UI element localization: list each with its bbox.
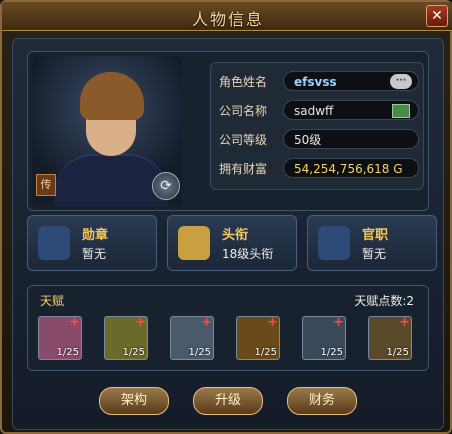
chat-icon[interactable]: ··· (390, 74, 412, 89)
company-name-field: sadwff (283, 100, 419, 120)
card-title: 勋章 (82, 228, 109, 243)
portrait-hair (80, 72, 144, 120)
talent-count: 1/25 (386, 347, 409, 358)
content-panel: 传 ⟳ 角色姓名 efsvss ··· 公司名称 sadwff 公司等级 50级… (12, 38, 444, 430)
window-title: 人物信息 (191, 10, 264, 29)
info-label: 拥有财富 (219, 162, 268, 176)
upgrade-button[interactable]: 升级 (193, 387, 263, 415)
info-row-level: 公司等级 50级 (219, 129, 419, 151)
wealth-field: 54,254,756,618 G (283, 158, 419, 178)
character-name-value: efsvss (294, 75, 337, 89)
talent-count: 1/25 (188, 347, 211, 358)
title-bar: 人物信息 ✕ (2, 2, 452, 31)
company-level-value: 50级 (294, 133, 322, 147)
talent-count: 1/25 (56, 347, 79, 358)
card-title: 官职 (362, 228, 389, 243)
talent-slot-brain[interactable]: + 1/25 (38, 315, 82, 360)
money-icon[interactable] (392, 104, 410, 118)
card-value: 暂无 (82, 247, 107, 261)
plus-icon[interactable]: + (69, 315, 80, 330)
info-label: 公司名称 (219, 104, 268, 118)
card-value: 暂无 (362, 247, 387, 261)
talent-slot-wrench[interactable]: + 1/25 (236, 315, 280, 360)
talent-count: 1/25 (320, 347, 343, 358)
card-title: 头衔 (222, 228, 249, 243)
talent-slot-wheel[interactable]: + 1/25 (302, 315, 346, 360)
info-label: 公司等级 (219, 133, 268, 147)
talent-count: 1/25 (122, 347, 145, 358)
character-portrait: 传 ⟳ (32, 56, 182, 206)
character-name-field: efsvss ··· (283, 71, 419, 91)
portrait-body (54, 154, 168, 206)
info-panel: 角色姓名 efsvss ··· 公司名称 sadwff 公司等级 50级 拥有财… (210, 62, 424, 190)
info-row-company: 公司名称 sadwff (219, 100, 419, 122)
talent-slot-hand[interactable]: + 1/25 (170, 315, 214, 360)
company-level-field: 50级 (283, 129, 419, 149)
character-info-window: 人物信息 ✕ 传 ⟳ 角色姓名 efsvss ··· 公司名称 sadwff 公… (0, 0, 452, 434)
info-label: 角色姓名 (219, 75, 268, 89)
wealth-value: 54,254,756,618 G (294, 162, 403, 176)
plus-icon[interactable]: + (135, 315, 146, 330)
talent-label: 天赋 (40, 294, 65, 308)
finance-button[interactable]: 财务 (287, 387, 357, 415)
structure-button[interactable]: 架构 (99, 387, 169, 415)
biography-tag[interactable]: 传 (36, 174, 56, 196)
profile-box: 传 ⟳ 角色姓名 efsvss ··· 公司名称 sadwff 公司等级 50级… (27, 51, 429, 211)
person-icon (318, 226, 350, 260)
official-post-card[interactable]: 官职 暂无 (307, 215, 437, 271)
talent-slot-engineer[interactable]: + 1/25 (104, 315, 148, 360)
title-card[interactable]: 头衔 18级头衔 (167, 215, 297, 271)
plus-icon[interactable]: + (267, 315, 278, 330)
close-icon[interactable]: ✕ (426, 5, 448, 27)
plus-icon[interactable]: + (333, 315, 344, 330)
medal-card[interactable]: 勋章 暂无 (27, 215, 157, 271)
talent-slot-magnifier[interactable]: + 1/25 (368, 315, 412, 360)
medal-icon (38, 226, 70, 260)
talent-points: 天赋点数:2 (354, 294, 414, 308)
company-name-value: sadwff (294, 104, 334, 118)
rotate-portrait-icon[interactable]: ⟳ (152, 172, 180, 200)
plus-icon[interactable]: + (201, 315, 212, 330)
info-row-name: 角色姓名 efsvss ··· (219, 71, 419, 93)
talent-count: 1/25 (254, 347, 277, 358)
info-row-wealth: 拥有财富 54,254,756,618 G (219, 158, 419, 180)
talent-panel: 天赋 天赋点数:2 + 1/25 + 1/25 + 1/25 + 1/25 + … (27, 285, 429, 371)
book-icon (178, 226, 210, 260)
plus-icon[interactable]: + (399, 315, 410, 330)
card-value: 18级头衔 (222, 247, 274, 261)
